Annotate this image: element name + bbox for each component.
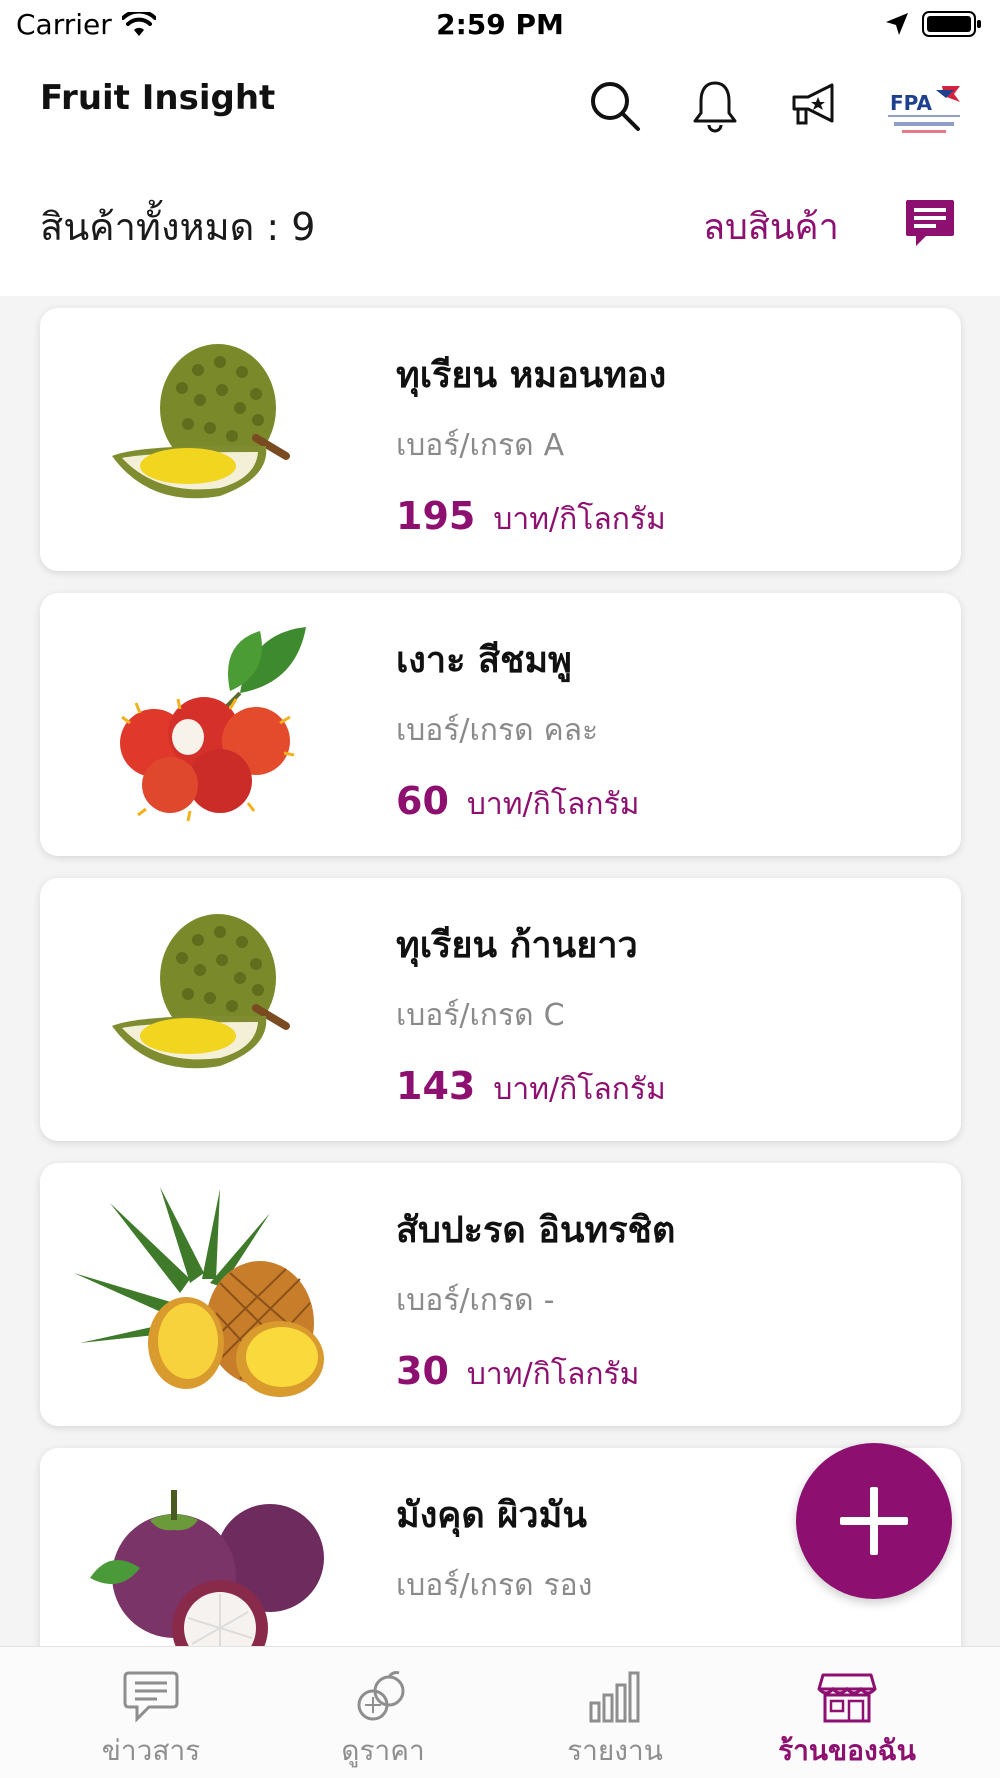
product-card[interactable]: ทุเรียน หมอนทอง เบอร์/เกรด A 195 บาท/กิโล…	[40, 308, 961, 571]
price-value: 195	[396, 494, 476, 538]
grade-value: A	[543, 428, 565, 463]
product-name: สับปะรด อินทรชิต	[396, 1210, 676, 1251]
product-image	[70, 898, 350, 1121]
pineapple-icon	[74, 1187, 324, 1397]
price-value: 60	[396, 779, 449, 823]
grade-label: เบอร์/เกรด	[396, 428, 534, 463]
notifications-button[interactable]	[685, 76, 745, 136]
durian-icon	[112, 344, 290, 499]
product-price: 195 บาท/กิโลกรัม	[396, 494, 666, 543]
message-icon	[906, 200, 954, 246]
tab-label: รายงาน	[567, 1734, 663, 1767]
add-product-button[interactable]	[796, 1443, 952, 1599]
price-value: 30	[396, 1349, 449, 1393]
fruit-price-icon	[357, 1671, 405, 1721]
product-image	[70, 1183, 350, 1406]
durian-icon	[112, 914, 290, 1069]
product-grade: เบอร์/เกรด C	[396, 992, 565, 1039]
product-count: สินค้าทั้งหมด : 9	[40, 196, 321, 257]
bottom-tab-bar: ข่าวสาร ดูราคา รายงาน ร้านของฉัน	[0, 1646, 1000, 1778]
product-price: 30 บาท/กิโลกรัม	[396, 1349, 639, 1398]
product-name: ทุเรียน ก้านยาว	[396, 925, 638, 966]
product-name: มังคุด ผิวมัน	[396, 1495, 587, 1536]
search-button[interactable]	[585, 76, 645, 136]
grade-value: C	[543, 998, 565, 1033]
product-grade: เบอร์/เกรด คละ	[396, 707, 598, 754]
location-arrow-icon	[886, 13, 908, 35]
search-icon	[591, 82, 640, 131]
product-image	[70, 613, 350, 836]
grade-value: คละ	[543, 713, 599, 748]
news-icon	[123, 1671, 179, 1723]
store-icon	[817, 1673, 877, 1723]
price-unit: บาท/กิโลกรัม	[466, 787, 640, 822]
grade-label: เบอร์/เกรด	[396, 713, 534, 748]
product-grade: เบอร์/เกรด รอง	[396, 1562, 592, 1609]
tab-price[interactable]: ดูราคา	[258, 1647, 508, 1778]
tab-reports[interactable]: รายงาน	[490, 1647, 740, 1778]
product-price: 60 บาท/กิโลกรัม	[396, 779, 639, 828]
product-image	[70, 328, 350, 551]
battery-icon	[922, 11, 981, 37]
fpa-logo-text: FPA	[890, 91, 932, 115]
product-card[interactable]: สับปะรด อินทรชิต เบอร์/เกรด - 30 บาท/กิโล…	[40, 1163, 961, 1426]
price-value: 143	[396, 1064, 476, 1108]
product-grade: เบอร์/เกรด -	[396, 1277, 554, 1324]
grade-label: เบอร์/เกรด	[396, 1283, 534, 1318]
grade-value: รอง	[543, 1568, 593, 1603]
grade-label: เบอร์/เกรด	[396, 998, 534, 1033]
product-price: 143 บาท/กิโลกรัม	[396, 1064, 666, 1113]
fpa-logo: FPA	[884, 80, 964, 140]
tab-my-store[interactable]: ร้านของฉัน	[722, 1647, 972, 1778]
plus-icon	[840, 1487, 908, 1555]
status-time: 2:59 PM	[436, 8, 564, 41]
grade-label: เบอร์/เกรด	[396, 1568, 534, 1603]
grade-value: -	[543, 1283, 555, 1318]
price-unit: บาท/กิโลกรัม	[466, 1357, 640, 1392]
tab-label: ร้านของฉัน	[778, 1734, 916, 1767]
announcements-button[interactable]	[785, 76, 845, 136]
delete-products-button[interactable]: ลบสินค้า	[703, 198, 839, 255]
product-name: เงาะ สีชมพู	[396, 640, 572, 681]
message-button[interactable]	[902, 196, 958, 252]
rambutan-icon	[120, 627, 306, 822]
status-right	[884, 10, 982, 38]
mangosteen-icon	[90, 1490, 324, 1646]
bar-chart-icon	[589, 1671, 640, 1723]
product-card[interactable]: เงาะ สีชมพู เบอร์/เกรด คละ 60 บาท/กิโลกรั…	[40, 593, 961, 856]
product-image	[70, 1468, 350, 1646]
fpa-logo-icon: FPA	[888, 86, 960, 133]
tab-label: ข่าวสาร	[101, 1734, 201, 1767]
price-unit: บาท/กิโลกรัม	[493, 502, 666, 537]
product-name: ทุเรียน หมอนทอง	[396, 355, 667, 396]
tab-news[interactable]: ข่าวสาร	[26, 1647, 276, 1778]
status-bar: Carrier 2:59 PM	[0, 0, 1000, 52]
bell-icon	[693, 81, 737, 133]
app-title: Fruit Insight	[40, 78, 276, 118]
price-unit: บาท/กิโลกรัม	[493, 1072, 666, 1107]
product-card[interactable]: ทุเรียน ก้านยาว เบอร์/เกรด C 143 บาท/กิโล…	[40, 878, 961, 1141]
product-grade: เบอร์/เกรด A	[396, 422, 564, 469]
product-count-label: สินค้าทั้งหมด : 9	[40, 205, 316, 249]
megaphone-icon	[792, 83, 834, 125]
tab-label: ดูราคา	[341, 1734, 425, 1767]
product-list: ทุเรียน หมอนทอง เบอร์/เกรด A 195 บาท/กิโล…	[0, 296, 1000, 1646]
